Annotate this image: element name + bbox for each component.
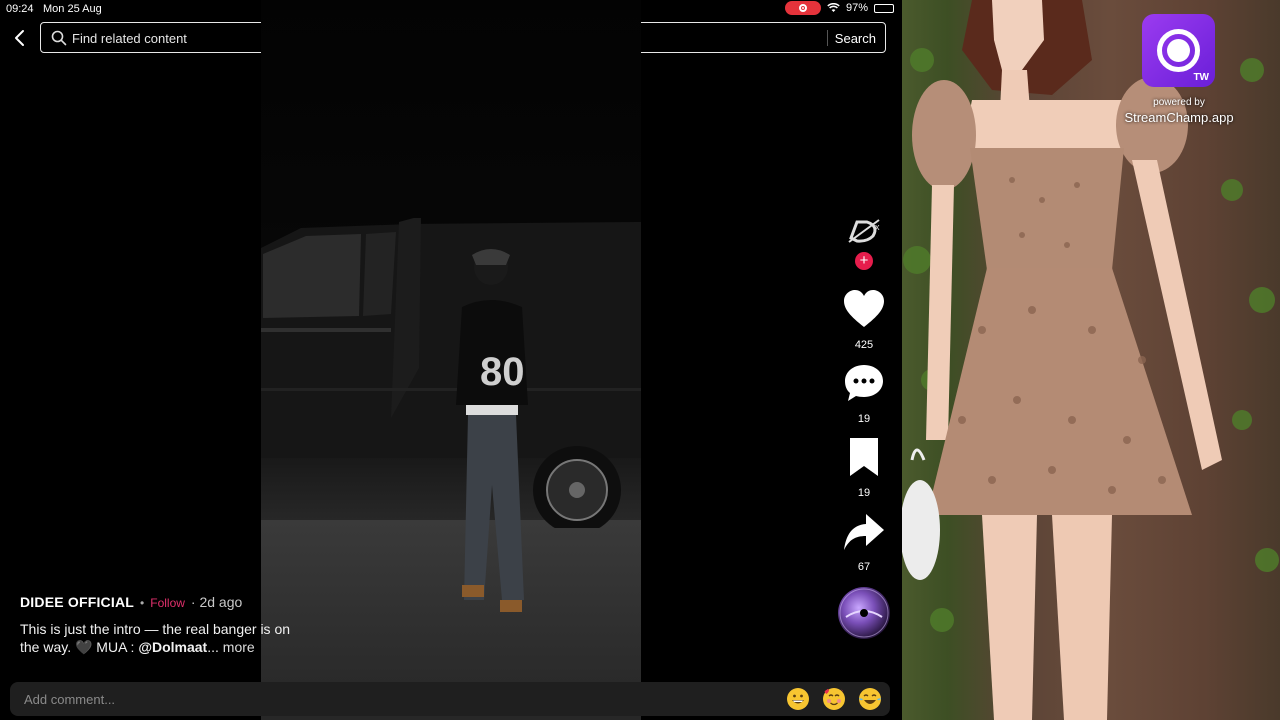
- smiling-face-with-hearts-emoji-icon[interactable]: [822, 687, 846, 711]
- status-indicators: 97%: [784, 1, 894, 15]
- dress-photo: [902, 0, 1279, 720]
- powered-by-site: StreamChamp.app: [1124, 110, 1234, 125]
- save-count: 19: [857, 487, 871, 499]
- like-count: 425: [854, 339, 874, 351]
- video-player[interactable]: 80: [261, 0, 641, 720]
- search-icon: [51, 30, 67, 46]
- comment-bar: [10, 682, 890, 716]
- comment-icon: [845, 365, 883, 401]
- follow-link[interactable]: Follow: [150, 596, 185, 610]
- bookmark-button[interactable]: 19: [836, 436, 892, 499]
- battery-icon: [874, 3, 894, 13]
- creator-avatar[interactable]: x: [845, 216, 883, 246]
- creator-name[interactable]: DIDEE OFFICIAL: [20, 594, 134, 610]
- mention-link[interactable]: @Dolmaat: [138, 639, 207, 655]
- post-caption: This is just the intro — the real banger…: [20, 620, 300, 656]
- caption-ellipsis: ...: [207, 639, 223, 655]
- share-icon: [844, 514, 884, 550]
- like-button[interactable]: 425: [836, 288, 892, 351]
- more-link[interactable]: more: [223, 639, 255, 655]
- post-age: · 2d ago: [190, 594, 243, 610]
- grinning-face-emoji-icon[interactable]: [786, 687, 810, 711]
- music-disc-icon[interactable]: [838, 587, 890, 639]
- status-date: Mon 25 Aug: [43, 3, 102, 15]
- comment-button[interactable]: 19: [836, 362, 892, 425]
- face-with-tears-of-joy-emoji-icon[interactable]: [858, 687, 882, 711]
- status-time: 09:24: [6, 3, 34, 15]
- wifi-icon: [827, 3, 840, 12]
- follow-plus-button[interactable]: +: [855, 252, 873, 270]
- battery-percent: 97%: [845, 2, 868, 14]
- bookmark-icon: [850, 438, 878, 476]
- share-button[interactable]: 67: [836, 510, 892, 573]
- screen-recording-icon: [784, 1, 821, 15]
- creator-row: DIDEE OFFICIAL • Follow · 2d ago: [20, 594, 242, 610]
- share-count: 67: [857, 561, 871, 573]
- side-photo: [902, 0, 1280, 720]
- back-button[interactable]: [10, 28, 30, 48]
- streamchamp-logo-icon: TW: [1142, 14, 1215, 87]
- svg-text:x: x: [875, 222, 880, 232]
- search-button[interactable]: Search: [835, 31, 876, 46]
- comment-input[interactable]: [24, 691, 724, 707]
- powered-by-label: powered by: [1153, 97, 1205, 108]
- svg-text:80: 80: [480, 350, 525, 394]
- search-divider: [827, 30, 828, 46]
- heart-icon: [844, 290, 884, 327]
- streamchamp-badge: TW: [1193, 72, 1209, 83]
- comment-count: 19: [857, 413, 871, 425]
- separator-dot: •: [140, 596, 145, 610]
- video-person: 80: [456, 249, 528, 612]
